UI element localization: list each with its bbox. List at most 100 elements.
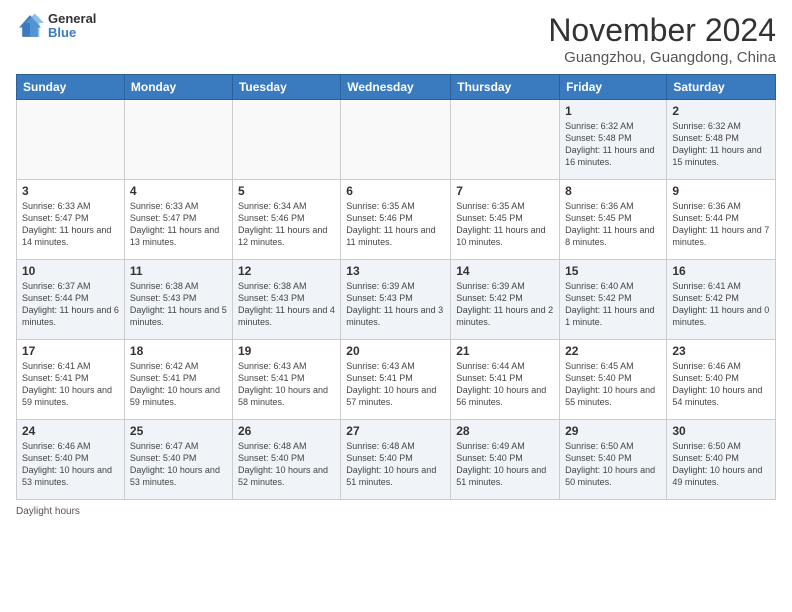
calendar-cell [232,100,340,180]
day-info: Sunrise: 6:33 AM Sunset: 5:47 PM Dayligh… [130,200,227,249]
day-info: Sunrise: 6:50 AM Sunset: 5:40 PM Dayligh… [565,440,661,489]
calendar-cell: 14Sunrise: 6:39 AM Sunset: 5:42 PM Dayli… [451,260,560,340]
calendar-cell: 19Sunrise: 6:43 AM Sunset: 5:41 PM Dayli… [232,340,340,420]
calendar-cell: 8 Sunrise: 6:36 AM Sunset: 5:45 PM Daylig… [560,180,667,260]
day-info: Sunrise: 6:36 AM Sunset: 5:45 PM Dayligh… [565,200,661,249]
page-title: November 2024 [548,12,776,49]
day-number: 30 [672,424,770,438]
day-number: 9 [672,184,770,198]
day-info: Sunrise: 6:41 AM Sunset: 5:41 PM Dayligh… [22,360,119,409]
col-header-wednesday: Wednesday [341,75,451,100]
day-number: 16 [672,264,770,278]
week-row: 17 Sunrise: 6:41 AM Sunset: 5:41 PM Dayli… [17,340,776,420]
day-info: Sunrise: 6:33 AM Sunset: 5:47 PM Dayligh… [22,200,119,249]
logo: General Blue [16,12,96,41]
calendar-cell: 2 Sunrise: 6:32 AM Sunset: 5:48 PM Daylig… [667,100,776,180]
daylight-label: Daylight hours [16,506,80,517]
day-number: 12 [238,264,335,278]
day-number: 18 [130,344,227,358]
day-number: 15 [565,264,661,278]
day-number: 17 [22,344,119,358]
calendar-cell: 16 Sunrise: 6:41 AM Sunset: 5:42 PM Dayli… [667,260,776,340]
day-number: 10 [22,264,119,278]
week-row: 3 Sunrise: 6:33 AM Sunset: 5:47 PM Daylig… [17,180,776,260]
day-info: Sunrise: 6:35 AM Sunset: 5:45 PM Dayligh… [456,200,554,249]
day-info: Sunrise: 6:32 AM Sunset: 5:48 PM Dayligh… [672,120,770,169]
calendar-cell: 20 Sunrise: 6:43 AM Sunset: 5:41 PM Dayli… [341,340,451,420]
header: General Blue November 2024 Guangzhou, Gu… [16,12,776,66]
calendar-cell: 28Sunrise: 6:49 AM Sunset: 5:40 PM Dayli… [451,420,560,500]
logo-general: General [48,12,96,26]
calendar-cell: 17 Sunrise: 6:41 AM Sunset: 5:41 PM Dayli… [17,340,125,420]
day-number: 6 [346,184,445,198]
calendar-cell: 23Sunrise: 6:46 AM Sunset: 5:40 PM Dayli… [667,340,776,420]
logo-blue: Blue [48,26,96,40]
day-info: Sunrise: 6:35 AM Sunset: 5:46 PM Dayligh… [346,200,445,249]
day-number: 22 [565,344,661,358]
week-row: 24Sunrise: 6:46 AM Sunset: 5:40 PM Dayli… [17,420,776,500]
calendar-cell: 24Sunrise: 6:46 AM Sunset: 5:40 PM Dayli… [17,420,125,500]
col-header-tuesday: Tuesday [232,75,340,100]
page-subtitle: Guangzhou, Guangdong, China [548,49,776,66]
day-number: 1 [565,104,661,118]
day-info: Sunrise: 6:38 AM Sunset: 5:43 PM Dayligh… [130,280,227,329]
day-info: Sunrise: 6:45 AM Sunset: 5:40 PM Dayligh… [565,360,661,409]
calendar-cell: 21Sunrise: 6:44 AM Sunset: 5:41 PM Dayli… [451,340,560,420]
calendar-cell [451,100,560,180]
calendar-cell: 22 Sunrise: 6:45 AM Sunset: 5:40 PM Dayli… [560,340,667,420]
day-number: 23 [672,344,770,358]
calendar-cell [124,100,232,180]
day-number: 29 [565,424,661,438]
day-info: Sunrise: 6:47 AM Sunset: 5:40 PM Dayligh… [130,440,227,489]
day-number: 14 [456,264,554,278]
calendar-cell: 3 Sunrise: 6:33 AM Sunset: 5:47 PM Daylig… [17,180,125,260]
day-info: Sunrise: 6:32 AM Sunset: 5:48 PM Dayligh… [565,120,661,169]
day-info: Sunrise: 6:40 AM Sunset: 5:42 PM Dayligh… [565,280,661,329]
col-header-friday: Friday [560,75,667,100]
day-info: Sunrise: 6:49 AM Sunset: 5:40 PM Dayligh… [456,440,554,489]
day-number: 2 [672,104,770,118]
calendar-cell: 4 Sunrise: 6:33 AM Sunset: 5:47 PM Daylig… [124,180,232,260]
day-number: 4 [130,184,227,198]
col-header-saturday: Saturday [667,75,776,100]
calendar-header-row: SundayMondayTuesdayWednesdayThursdayFrid… [17,75,776,100]
day-number: 7 [456,184,554,198]
day-number: 3 [22,184,119,198]
day-info: Sunrise: 6:42 AM Sunset: 5:41 PM Dayligh… [130,360,227,409]
page: General Blue November 2024 Guangzhou, Gu… [0,0,792,612]
logo-text: General Blue [48,12,96,41]
calendar-cell: 11Sunrise: 6:38 AM Sunset: 5:43 PM Dayli… [124,260,232,340]
col-header-monday: Monday [124,75,232,100]
day-info: Sunrise: 6:38 AM Sunset: 5:43 PM Dayligh… [238,280,335,329]
day-number: 20 [346,344,445,358]
calendar-cell: 10 Sunrise: 6:37 AM Sunset: 5:44 PM Dayli… [17,260,125,340]
day-info: Sunrise: 6:50 AM Sunset: 5:40 PM Dayligh… [672,440,770,489]
day-number: 8 [565,184,661,198]
calendar-cell: 9 Sunrise: 6:36 AM Sunset: 5:44 PM Daylig… [667,180,776,260]
calendar-cell [17,100,125,180]
day-info: Sunrise: 6:36 AM Sunset: 5:44 PM Dayligh… [672,200,770,249]
day-info: Sunrise: 6:41 AM Sunset: 5:42 PM Dayligh… [672,280,770,329]
calendar-cell: 26 Sunrise: 6:48 AM Sunset: 5:40 PM Dayli… [232,420,340,500]
logo-icon [16,12,44,40]
title-block: November 2024 Guangzhou, Guangdong, Chin… [548,12,776,66]
calendar-cell [341,100,451,180]
day-info: Sunrise: 6:43 AM Sunset: 5:41 PM Dayligh… [346,360,445,409]
day-info: Sunrise: 6:37 AM Sunset: 5:44 PM Dayligh… [22,280,119,329]
calendar-cell: 1 Sunrise: 6:32 AM Sunset: 5:48 PM Daylig… [560,100,667,180]
day-number: 27 [346,424,445,438]
col-header-thursday: Thursday [451,75,560,100]
day-number: 26 [238,424,335,438]
day-number: 5 [238,184,335,198]
day-info: Sunrise: 6:39 AM Sunset: 5:43 PM Dayligh… [346,280,445,329]
day-number: 24 [22,424,119,438]
calendar-cell: 27Sunrise: 6:48 AM Sunset: 5:40 PM Dayli… [341,420,451,500]
calendar: SundayMondayTuesdayWednesdayThursdayFrid… [16,74,776,500]
calendar-cell: 7 Sunrise: 6:35 AM Sunset: 5:45 PM Daylig… [451,180,560,260]
day-info: Sunrise: 6:44 AM Sunset: 5:41 PM Dayligh… [456,360,554,409]
footer: Daylight hours [16,506,776,517]
week-row: 1 Sunrise: 6:32 AM Sunset: 5:48 PM Daylig… [17,100,776,180]
day-number: 25 [130,424,227,438]
calendar-cell: 5Sunrise: 6:34 AM Sunset: 5:46 PM Daylig… [232,180,340,260]
day-info: Sunrise: 6:48 AM Sunset: 5:40 PM Dayligh… [238,440,335,489]
